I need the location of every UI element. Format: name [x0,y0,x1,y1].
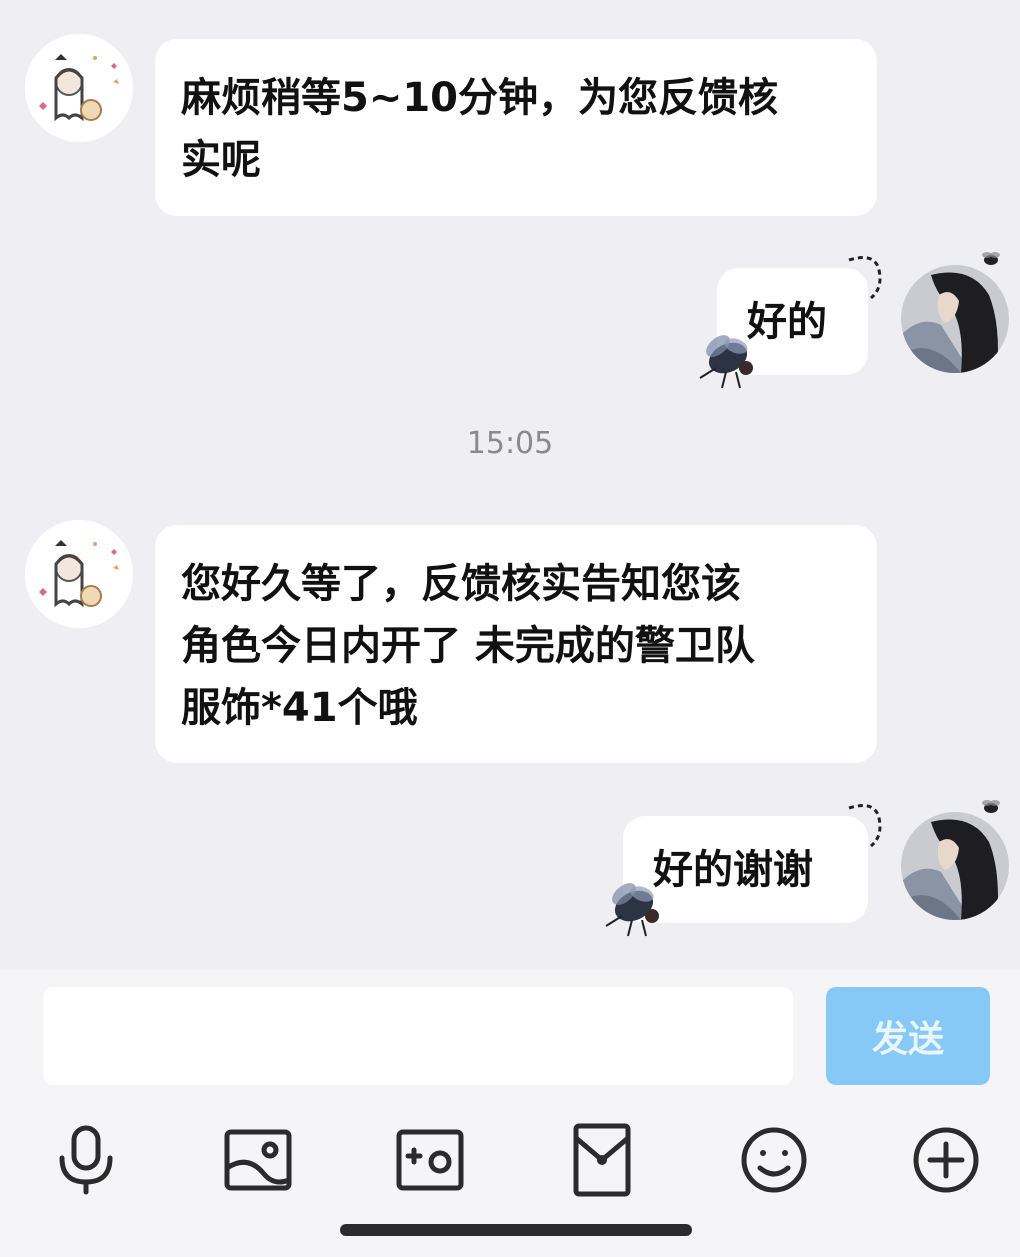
message-composer: 发送 [0,970,1020,1257]
agent-avatar-image [25,520,133,628]
user-message-bubble[interactable]: 好的谢谢 [623,816,868,923]
send-button[interactable]: 发送 [826,987,990,1085]
agent-message-bubble[interactable]: 麻烦稍等5~10分钟，为您反馈核 实呢 [155,39,877,216]
agent-avatar[interactable] [25,520,133,628]
small-fly-icon [978,248,1004,270]
user-avatar-image [901,812,1009,920]
small-fly-icon [978,796,1004,818]
plus-icon[interactable] [906,1120,986,1200]
emoji-icon[interactable] [734,1120,814,1200]
user-message-bubble[interactable]: 好的 [717,268,868,375]
chat-area: 麻烦稍等5~10分钟，为您反馈核 实呢 好的 15:05 您好久等了，反馈核实告… [0,0,1020,970]
message-text-line: 角色今日内开了 未完成的警卫队 [181,623,755,669]
message-text-line: 好的 [747,299,827,345]
composer-toolbar [0,1120,1020,1200]
user-avatar-image [901,265,1009,373]
red-packet-icon[interactable] [562,1120,642,1200]
message-timestamp: 15:05 [466,426,554,461]
user-avatar[interactable] [901,812,1009,920]
message-input[interactable] [43,987,793,1085]
camera-icon[interactable] [390,1120,470,1200]
message-text-line: 服饰*41个哦 [181,685,418,731]
message-text-line: 您好久等了，反馈核实告知您该 [181,561,741,607]
home-indicator[interactable] [340,1224,692,1236]
message-text-line: 麻烦稍等5~10分钟，为您反馈核 [181,75,779,121]
image-icon[interactable] [218,1120,298,1200]
agent-avatar-image [25,34,133,142]
microphone-icon[interactable] [46,1120,126,1200]
agent-avatar[interactable] [25,34,133,142]
message-text-line: 实呢 [181,137,261,183]
agent-message-bubble[interactable]: 您好久等了，反馈核实告知您该 角色今日内开了 未完成的警卫队 服饰*41个哦 [155,525,877,763]
message-text-line: 好的谢谢 [653,847,813,893]
user-avatar[interactable] [901,265,1009,373]
